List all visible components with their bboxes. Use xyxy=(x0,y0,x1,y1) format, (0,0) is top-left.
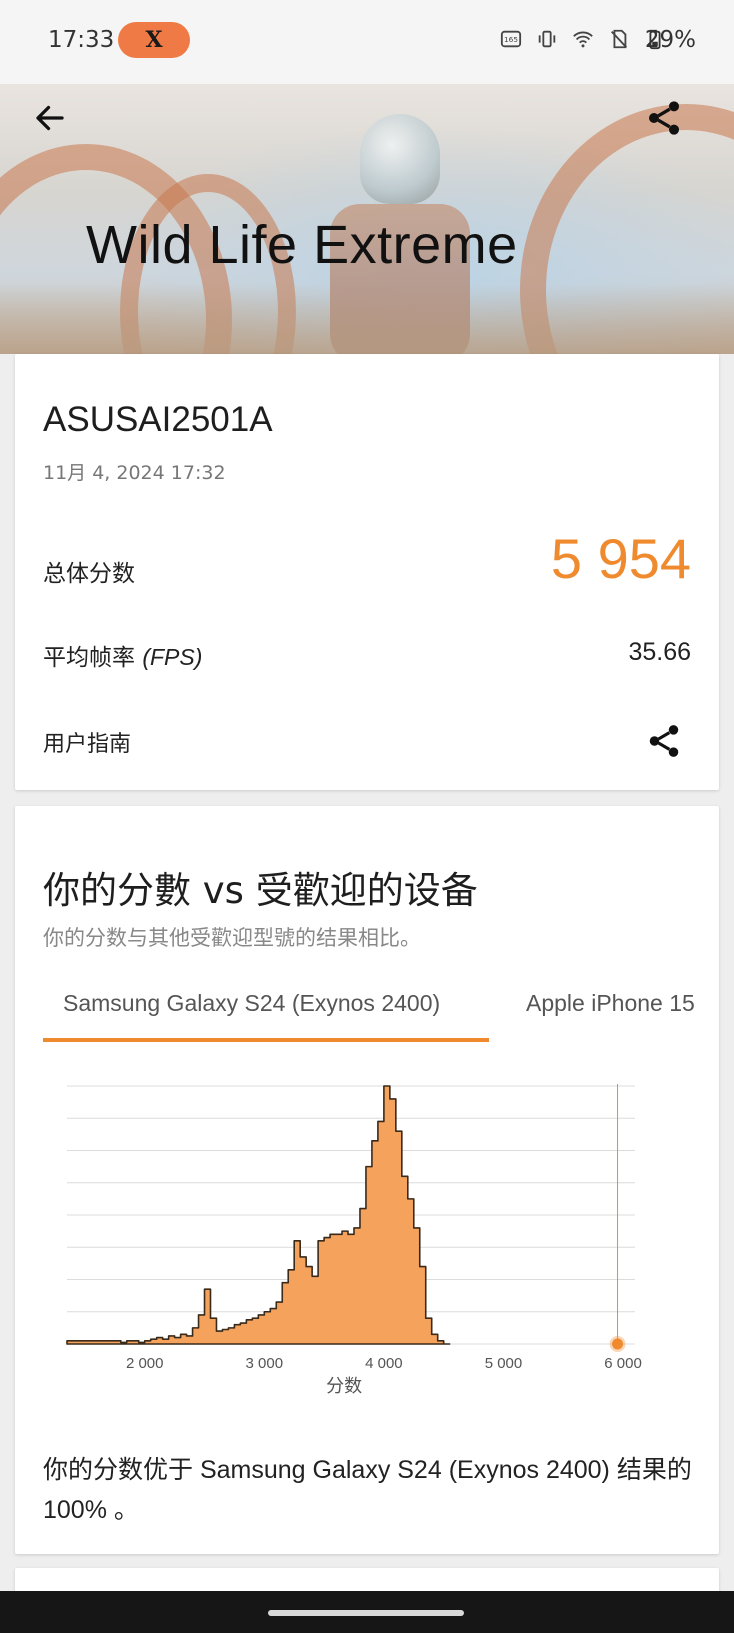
share-icon[interactable] xyxy=(644,98,684,138)
overall-score-label: 总体分数 xyxy=(43,561,135,587)
arrow-left-icon[interactable] xyxy=(32,100,68,136)
overall-score-value: 5 954 xyxy=(550,527,691,590)
active-tab-indicator xyxy=(43,1038,489,1042)
hero-ground xyxy=(0,284,734,354)
status-app-pill[interactable]: X xyxy=(118,22,190,58)
x-tick-label: 3 000 xyxy=(246,1355,284,1372)
battery-percentage: 29% xyxy=(644,27,696,53)
refresh-rate-165hz-icon: 165 xyxy=(500,30,522,48)
no-sim-icon xyxy=(610,29,628,49)
result-card: ASUSAI2501A 11月 4, 2024 17:32 总体分数 5 954… xyxy=(15,354,719,790)
wifi-6-icon xyxy=(573,31,593,48)
navigation-bar xyxy=(0,1591,734,1633)
x-tick-label: 4 000 xyxy=(365,1355,403,1372)
avg-fps-label-text: 平均帧率 xyxy=(43,645,135,671)
x-tick-label: 2 000 xyxy=(126,1355,164,1372)
user-guide-link[interactable]: 用户指南 xyxy=(43,726,131,758)
avg-fps-unit: (FPS) xyxy=(142,644,203,670)
tab-apple-iphone-15[interactable]: Apple iPhone 15 xyxy=(526,990,695,1017)
user-score-marker xyxy=(612,1338,624,1350)
page-title: Wild Life Extreme xyxy=(86,215,518,275)
comparison-subtitle: 你的分数与其他受歡迎型號的结果相比。 xyxy=(43,926,421,950)
score-distribution-chart: 2 000 3 000 4 000 5 000 6 000 分数 xyxy=(15,1076,719,1397)
chart-svg: 2 000 3 000 4 000 5 000 6 000 分数 xyxy=(66,1084,642,1397)
hero-header: Wild Life Extreme xyxy=(0,84,734,354)
hero-character-head xyxy=(360,114,440,204)
tab-samsung-galaxy-s24[interactable]: Samsung Galaxy S24 (Exynos 2400) xyxy=(63,990,440,1017)
comparison-title: 你的分數 vs 受歡迎的设备 xyxy=(43,869,478,912)
x-axis-label: 分数 xyxy=(326,1376,362,1397)
device-tabs: Samsung Galaxy S24 (Exynos 2400) Apple i… xyxy=(43,990,719,1050)
x-tick-label: 5 000 xyxy=(485,1355,523,1372)
result-date: 11月 4, 2024 17:32 xyxy=(43,462,226,484)
vibrate-icon xyxy=(538,30,556,48)
home-handle[interactable] xyxy=(268,1610,464,1616)
comparison-card: 你的分數 vs 受歡迎的设备 你的分数与其他受歡迎型號的结果相比。 Samsun… xyxy=(15,806,719,1554)
comparison-result-text: 你的分数优于 Samsung Galaxy S24 (Exynos 2400) … xyxy=(43,1456,692,1524)
status-bar: 17:33 X 165 29% xyxy=(0,0,734,84)
status-icons: 165 xyxy=(500,28,666,50)
device-name: ASUSAI2501A xyxy=(43,400,273,439)
share-icon[interactable] xyxy=(645,722,683,760)
svg-text:165: 165 xyxy=(504,35,518,44)
avg-fps-value: 35.66 xyxy=(628,638,691,666)
x-tick-label: 6 000 xyxy=(604,1355,642,1372)
status-time: 17:33 xyxy=(48,27,115,53)
avg-fps-label: 平均帧率 (FPS) xyxy=(43,638,202,672)
